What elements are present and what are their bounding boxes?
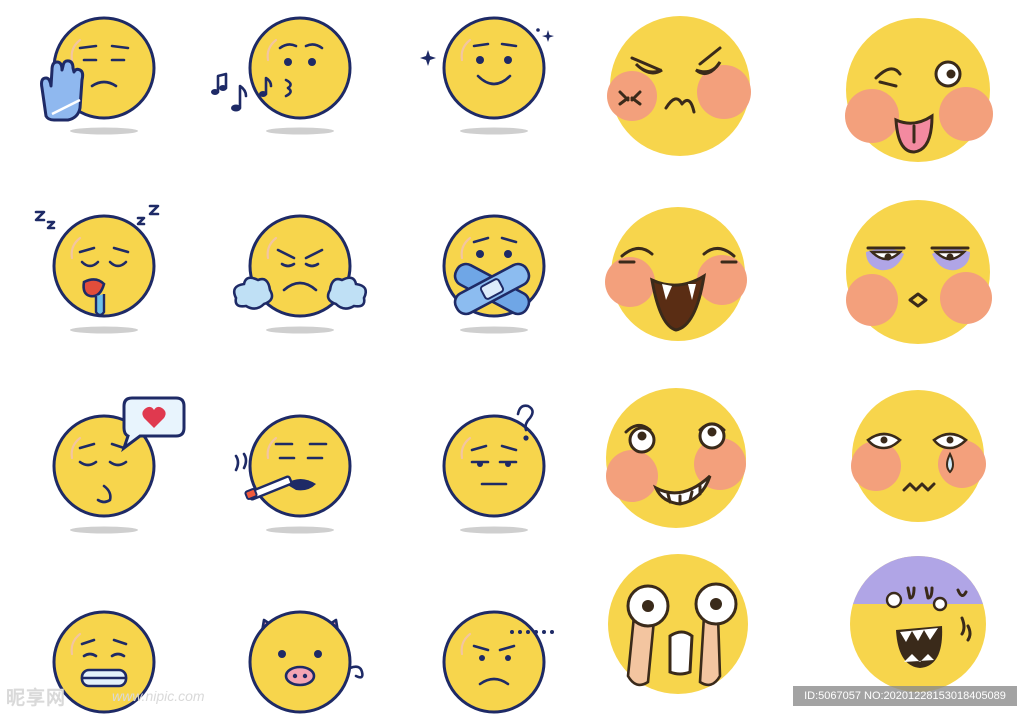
- love-message-emoji-icon: [52, 396, 186, 534]
- stop-hand-annoyed-emoji-icon: [40, 16, 156, 135]
- unamused-eyebags-emoji-icon: [846, 200, 992, 344]
- image-id-bar: ID:5067057 NO:20201228153018405089: [793, 686, 1017, 706]
- confused-question-emoji-icon: [442, 404, 546, 534]
- fuming-emoji-icon: [232, 214, 368, 334]
- sparkle-smile-emoji-icon: [420, 16, 554, 135]
- grinning-sly-emoji-icon: [606, 388, 746, 528]
- laughing-fang-emoji-icon: [605, 207, 747, 341]
- smoking-emoji-icon: [234, 414, 352, 534]
- whistling-kiss-emoji-icon: [211, 16, 352, 135]
- angry-pout-emoji-icon: [607, 16, 751, 156]
- shocked-tears-emoji-icon: [608, 554, 748, 694]
- horrified-scream-emoji-icon: [850, 556, 986, 692]
- watermark-brand: 昵享网: [6, 688, 67, 709]
- speechless-ellipsis-emoji-icon: [442, 610, 554, 714]
- bandaged-mouth-emoji-icon: [442, 214, 546, 334]
- emoji-sticker-sheet: .fo { fill:#f7d54c; stroke:#1e2a66; stro…: [34, 16, 993, 714]
- crying-wavy-mouth-emoji-icon: [851, 390, 986, 522]
- wink-tongue-emoji-icon: [845, 18, 993, 162]
- watermark-url: www.nipic.com: [112, 688, 205, 704]
- pig-emoji-icon: [248, 610, 364, 714]
- sleeping-drool-emoji-icon: [34, 204, 160, 334]
